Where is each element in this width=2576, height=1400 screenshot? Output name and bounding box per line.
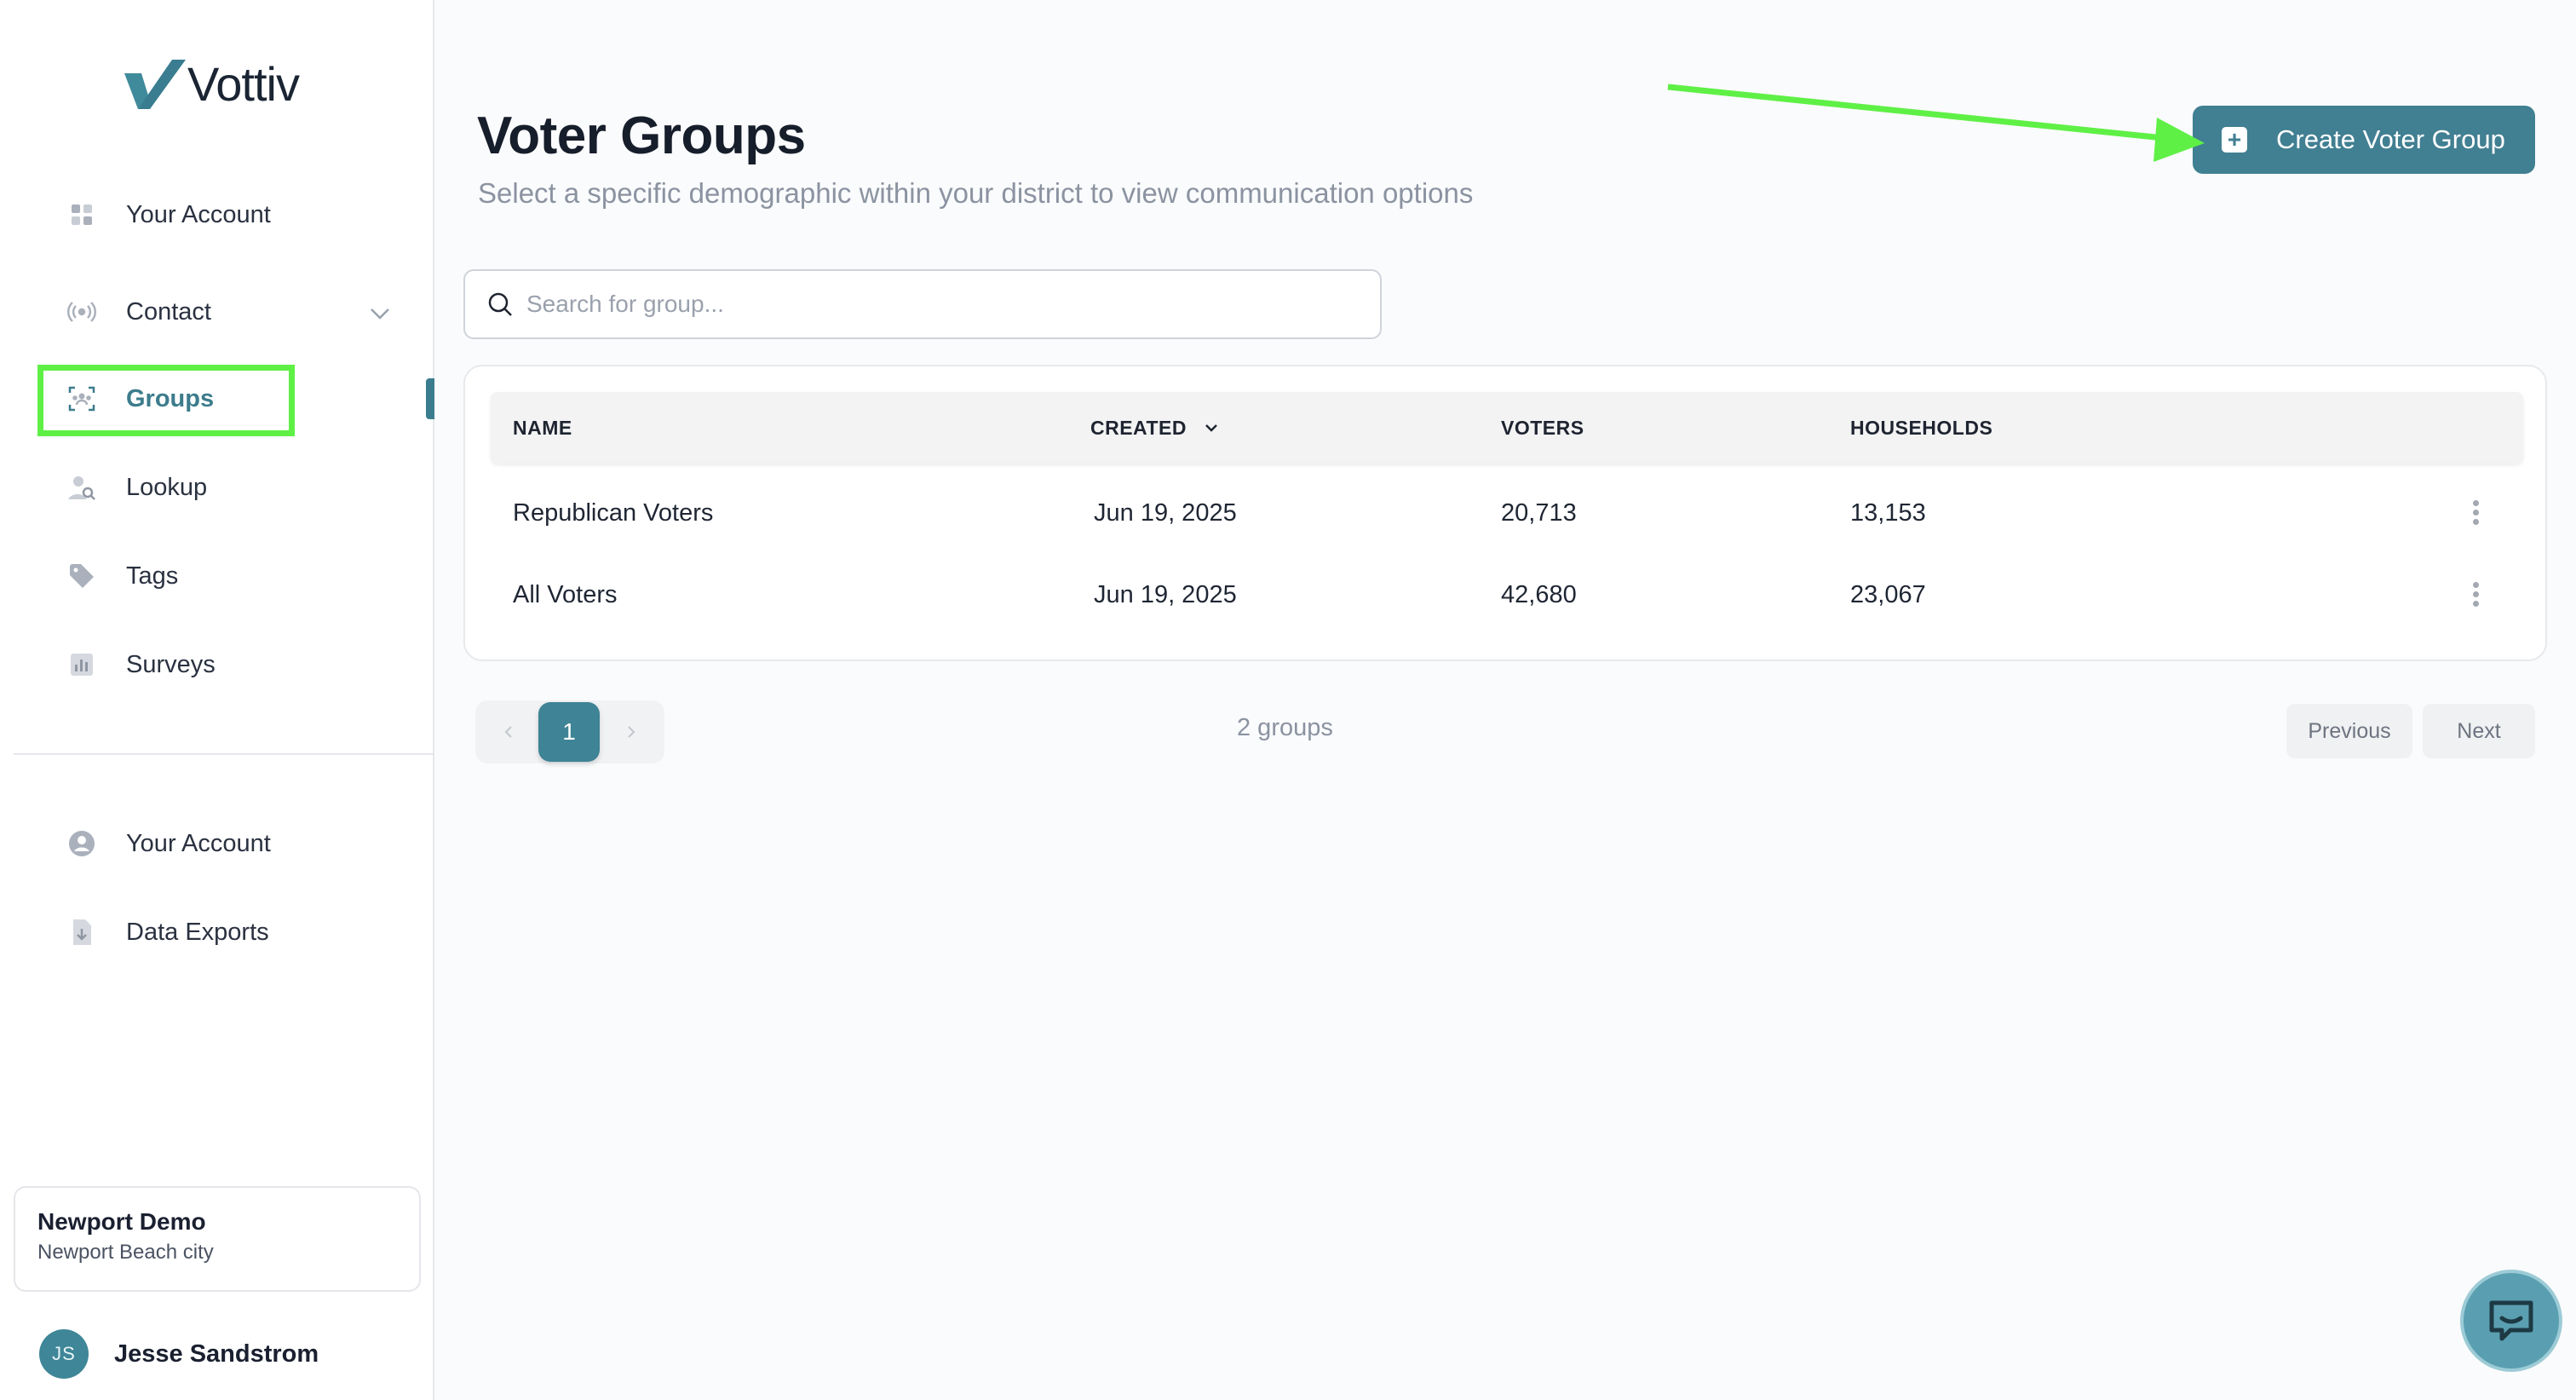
sidebar-item-label: Your Account bbox=[126, 829, 271, 857]
avatar: JS bbox=[39, 1329, 89, 1379]
sidebar-item-your-account[interactable]: Your Account bbox=[65, 198, 271, 232]
row-actions-menu-icon[interactable] bbox=[2467, 498, 2484, 532]
previous-button[interactable]: Previous bbox=[2286, 704, 2412, 758]
sort-chevron-down-icon bbox=[1205, 424, 1217, 432]
brand-name: Vottiv bbox=[187, 57, 300, 111]
user-circle-icon bbox=[65, 827, 99, 861]
sidebar-item-label: Data Exports bbox=[126, 918, 269, 946]
page-title: Voter Groups bbox=[477, 107, 806, 165]
group-scan-icon bbox=[65, 382, 99, 416]
organization-card[interactable]: Newport Demo Newport Beach city bbox=[14, 1186, 421, 1292]
dashboard-grid-icon bbox=[65, 198, 99, 232]
annotation-arrow-icon bbox=[1667, 84, 2205, 162]
cell-voters: 42,680 bbox=[1501, 581, 1577, 608]
cell-households: 13,153 bbox=[1850, 499, 1926, 527]
sidebar-item-label: Groups bbox=[126, 384, 215, 412]
active-indicator bbox=[426, 378, 434, 419]
vottiv-logo-icon bbox=[124, 59, 186, 109]
group-count: 2 groups bbox=[1237, 714, 1333, 741]
cell-name: Republican Voters bbox=[513, 499, 714, 527]
sidebar-item-label: Contact bbox=[126, 297, 211, 326]
create-voter-group-button[interactable]: + Create Voter Group bbox=[2193, 106, 2535, 174]
table-row[interactable]: Republican Voters Jun 19, 2025 20,713 13… bbox=[465, 472, 2549, 554]
page-subtitle: Select a specific demographic within you… bbox=[478, 177, 1474, 209]
create-button-label: Create Voter Group bbox=[2276, 124, 2505, 154]
sidebar-item-label: Surveys bbox=[126, 650, 216, 678]
tag-icon bbox=[65, 559, 99, 593]
sidebar: Vottiv Your Account Contact Groups Looku… bbox=[0, 0, 434, 1400]
sidebar-item-groups[interactable]: Groups bbox=[65, 382, 214, 416]
sidebar-divider bbox=[14, 753, 434, 755]
page-number-current[interactable]: 1 bbox=[538, 702, 600, 762]
sidebar-item-tags[interactable]: Tags bbox=[65, 559, 178, 593]
org-subtitle: Newport Beach city bbox=[37, 1241, 214, 1264]
sidebar-item-lookup[interactable]: Lookup bbox=[65, 470, 207, 504]
bar-chart-icon bbox=[65, 648, 99, 682]
table-row[interactable]: All Voters Jun 19, 2025 42,680 23,067 bbox=[465, 554, 2549, 636]
groups-table: NAME CREATED VOTERS HOUSEHOLDS Republica… bbox=[463, 365, 2547, 661]
column-header-label: CREATED bbox=[1090, 417, 1187, 439]
search-input[interactable] bbox=[526, 291, 1380, 318]
column-header-created[interactable]: CREATED bbox=[1090, 392, 1221, 464]
sidebar-item-label: Tags bbox=[126, 562, 179, 590]
column-header-name[interactable]: NAME bbox=[513, 392, 572, 464]
user-profile[interactable]: JS Jesse Sandstrom bbox=[39, 1329, 319, 1379]
brand-logo[interactable]: Vottiv bbox=[123, 56, 300, 112]
chevron-down-icon[interactable] bbox=[365, 298, 395, 329]
next-button[interactable]: Next bbox=[2423, 704, 2535, 758]
table-header: NAME CREATED VOTERS HOUSEHOLDS bbox=[491, 392, 2523, 464]
search-icon bbox=[488, 292, 512, 316]
sidebar-item-surveys[interactable]: Surveys bbox=[65, 648, 216, 682]
sidebar-item-label: Lookup bbox=[126, 473, 208, 501]
user-name: Jesse Sandstrom bbox=[114, 1340, 319, 1368]
cell-created: Jun 19, 2025 bbox=[1094, 581, 1237, 608]
sidebar-item-account[interactable]: Your Account bbox=[65, 827, 271, 861]
column-header-households[interactable]: HOUSEHOLDS bbox=[1850, 392, 1992, 464]
row-actions-menu-icon[interactable] bbox=[2467, 579, 2484, 614]
chat-support-button[interactable] bbox=[2460, 1270, 2562, 1372]
person-search-icon bbox=[65, 470, 99, 504]
page-prev-chevron-icon[interactable] bbox=[484, 700, 535, 763]
search-box[interactable] bbox=[463, 269, 1382, 339]
chat-bubble-icon bbox=[2489, 1300, 2533, 1341]
org-name: Newport Demo bbox=[37, 1208, 206, 1235]
plus-icon: + bbox=[2222, 127, 2247, 153]
sidebar-item-data-exports[interactable]: Data Exports bbox=[65, 915, 269, 949]
file-download-icon bbox=[65, 915, 99, 949]
cell-households: 23,067 bbox=[1850, 581, 1926, 608]
sidebar-item-label: Your Account bbox=[126, 200, 271, 228]
cell-created: Jun 19, 2025 bbox=[1094, 499, 1237, 527]
pagination: 1 bbox=[475, 700, 664, 763]
cell-name: All Voters bbox=[513, 581, 618, 608]
cell-voters: 20,713 bbox=[1501, 499, 1577, 527]
column-header-voters[interactable]: VOTERS bbox=[1501, 392, 1584, 464]
sidebar-item-contact[interactable]: Contact bbox=[65, 295, 211, 329]
broadcast-icon bbox=[65, 295, 99, 329]
page-next-chevron-icon[interactable] bbox=[605, 700, 656, 763]
